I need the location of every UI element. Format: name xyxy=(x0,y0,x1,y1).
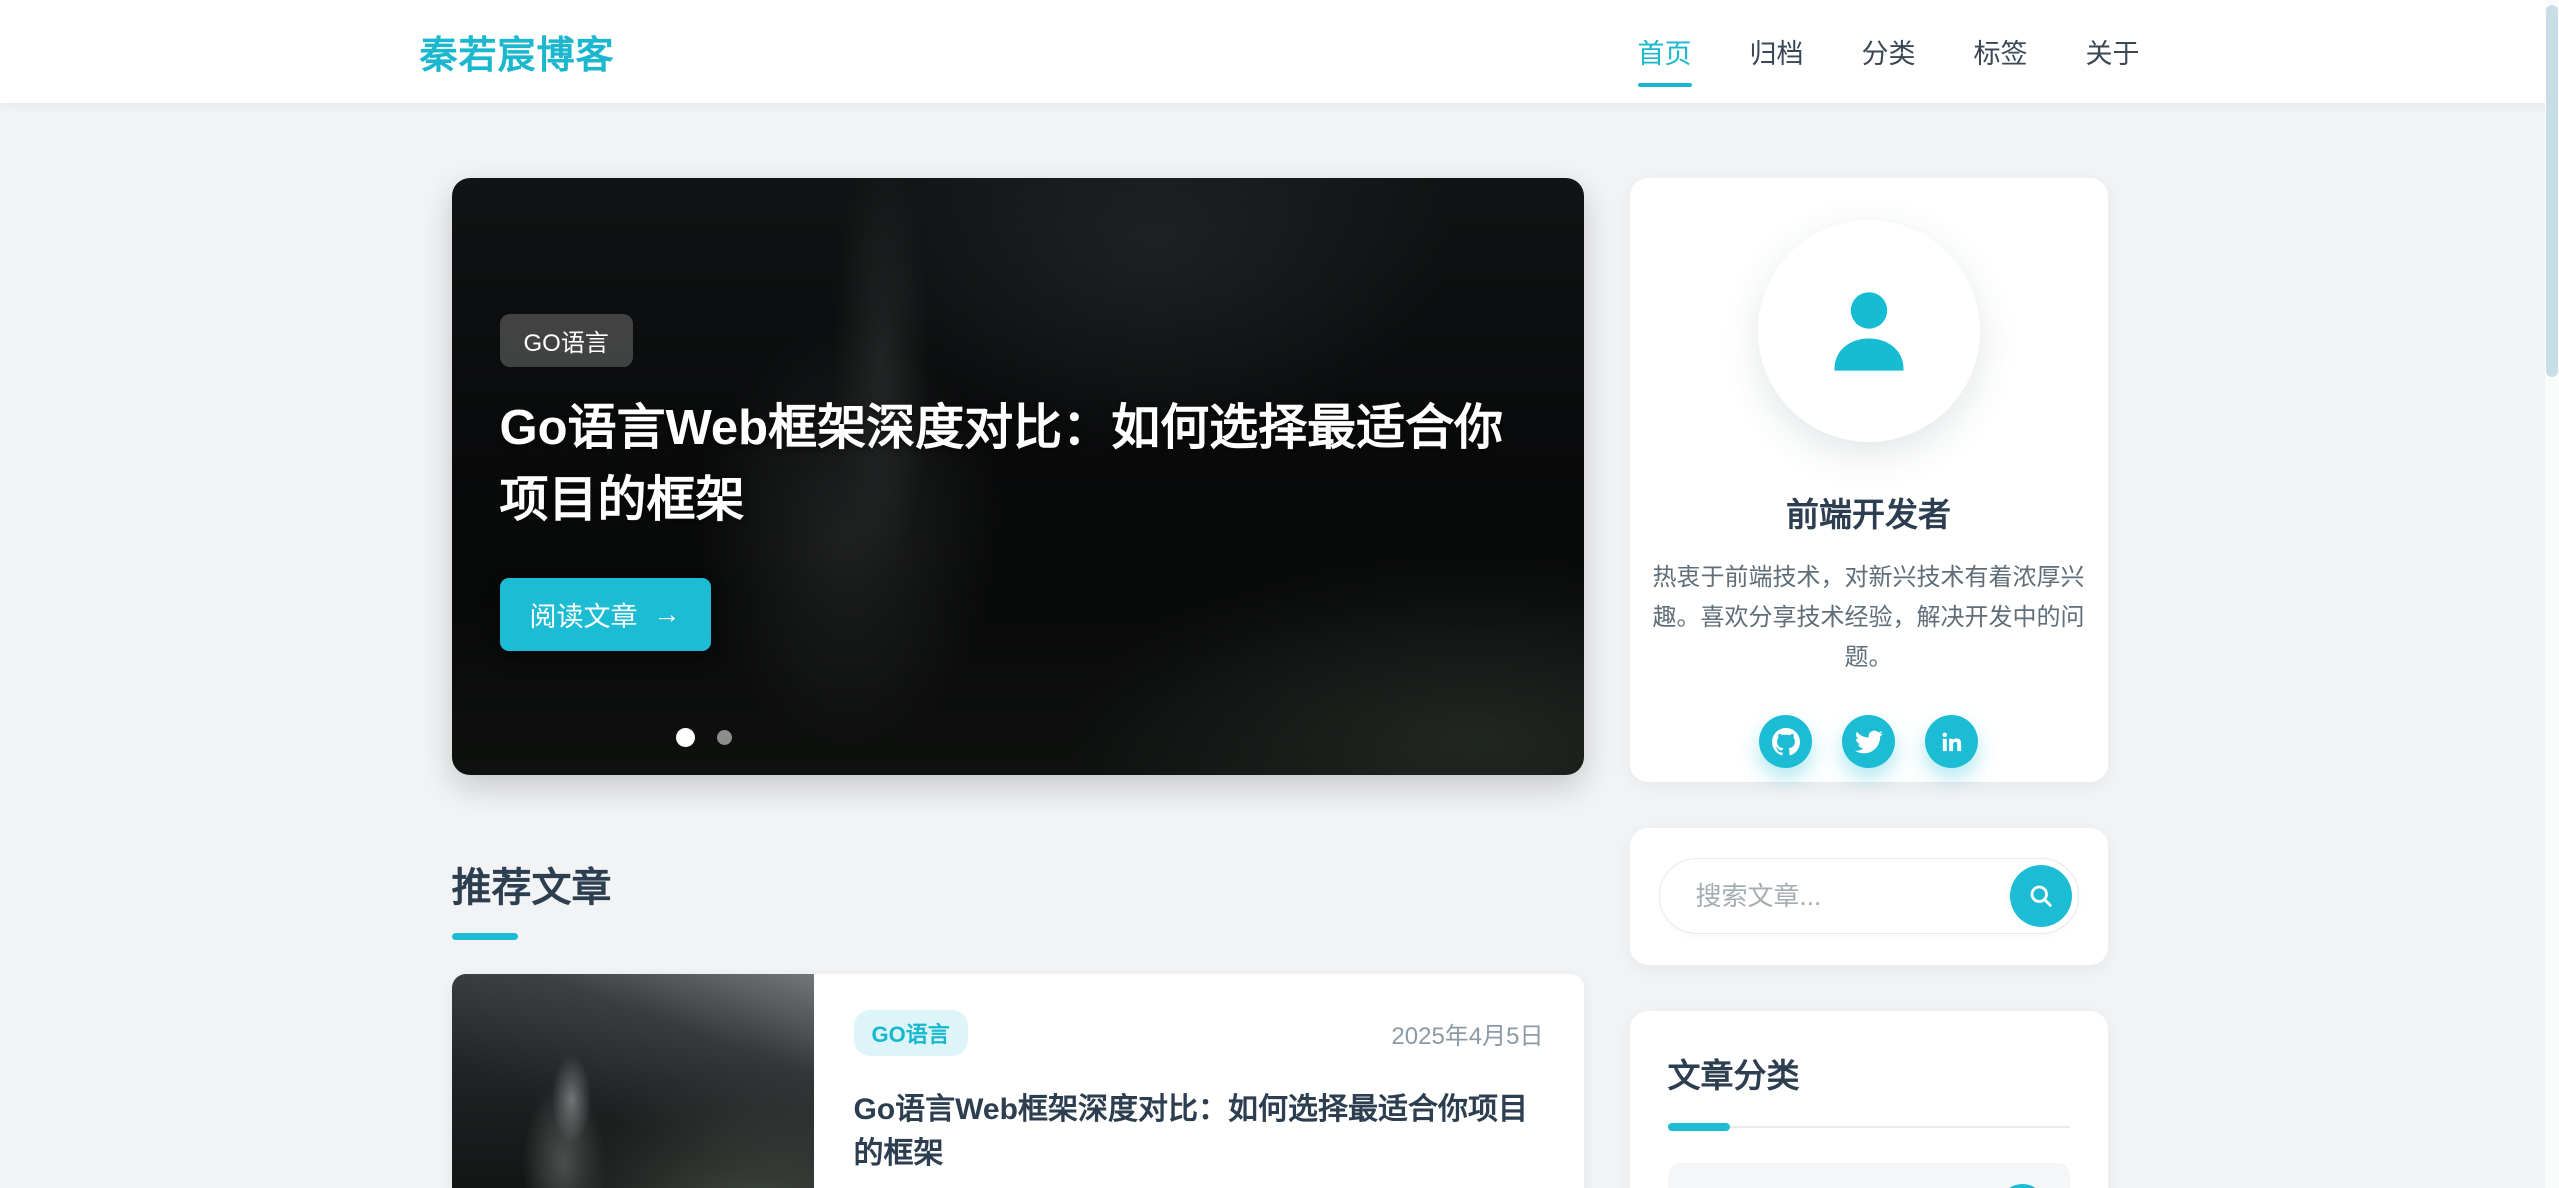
nav-item-home[interactable]: 首页 xyxy=(1638,32,1692,87)
site-header: 秦若宸博客 首页 归档 分类 标签 关于 xyxy=(0,0,2559,103)
nav-item-categories[interactable]: 分类 xyxy=(1862,32,1916,87)
scrollbar-thumb[interactable] xyxy=(2546,5,2558,377)
arrow-right-icon: → xyxy=(654,599,681,630)
section-underline xyxy=(452,933,518,940)
article-date: 2025年4月5日 xyxy=(1391,1016,1543,1051)
hero-title: Go语言Web框架深度对比：如何选择最适合你项目的框架 xyxy=(500,392,1515,536)
article-thumbnail xyxy=(452,974,814,1188)
profile-name: 前端开发者 xyxy=(1630,488,2108,536)
twitter-icon xyxy=(1855,728,1883,756)
scrollbar-track[interactable] xyxy=(2545,0,2559,1188)
linkedin-icon xyxy=(1939,729,1965,755)
page-container: GO语言 Go语言Web框架深度对比：如何选择最适合你项目的框架 阅读文章 → … xyxy=(452,178,2108,1188)
github-link[interactable] xyxy=(1759,715,1812,768)
category-count-badge: 9 xyxy=(1999,1184,2046,1188)
profile-bio: 热衷于前端技术，对新兴技术有着浓厚兴趣。喜欢分享技术经验，解决开发中的问题。 xyxy=(1653,558,2085,677)
profile-card: 前端开发者 热衷于前端技术，对新兴技术有着浓厚兴趣。喜欢分享技术经验，解决开发中… xyxy=(1630,178,2108,782)
carousel-dots xyxy=(676,728,732,747)
categories-section-title: 文章分类 xyxy=(1668,1049,2070,1097)
categories-underline xyxy=(1668,1123,2070,1131)
social-links xyxy=(1630,715,2108,768)
search-wrap xyxy=(1659,858,2079,934)
read-article-label: 阅读文章 xyxy=(530,595,638,634)
avatar xyxy=(1758,220,1980,442)
nav-item-about[interactable]: 关于 xyxy=(2086,32,2140,87)
search-card xyxy=(1630,828,2108,965)
main-nav: 首页 归档 分类 标签 关于 xyxy=(1638,24,2140,79)
twitter-link[interactable] xyxy=(1842,715,1895,768)
article-body: GO语言 2025年4月5日 Go语言Web框架深度对比：如何选择最适合你项目的… xyxy=(814,974,1584,1188)
carousel-dot-1[interactable] xyxy=(676,728,695,747)
carousel-dot-2[interactable] xyxy=(717,730,732,745)
search-button[interactable] xyxy=(2010,865,2072,927)
search-icon xyxy=(2027,882,2055,910)
main-column: GO语言 Go语言Web框架深度对比：如何选择最适合你项目的框架 阅读文章 → … xyxy=(452,178,1584,1188)
underline-accent-bar xyxy=(1668,1123,1730,1131)
category-item-css[interactable]: CSS 9 xyxy=(1668,1163,2070,1188)
sidebar: 前端开发者 热衷于前端技术，对新兴技术有着浓厚兴趣。喜欢分享技术经验，解决开发中… xyxy=(1630,178,2108,1188)
hero-carousel[interactable]: GO语言 Go语言Web框架深度对比：如何选择最适合你项目的框架 阅读文章 → xyxy=(452,178,1584,775)
recommended-section-title: 推荐文章 xyxy=(452,855,1584,913)
github-icon xyxy=(1772,728,1800,756)
categories-card: 文章分类 CSS 9 xyxy=(1630,1011,2108,1188)
site-logo[interactable]: 秦若宸博客 xyxy=(420,24,615,79)
linkedin-link[interactable] xyxy=(1925,715,1978,768)
nav-item-tags[interactable]: 标签 xyxy=(1974,32,2028,87)
article-meta: GO语言 2025年4月5日 xyxy=(854,1010,1544,1056)
user-icon xyxy=(1813,275,1925,387)
article-card[interactable]: GO语言 2025年4月5日 Go语言Web框架深度对比：如何选择最适合你项目的… xyxy=(452,974,1584,1188)
hero-category-badge: GO语言 xyxy=(500,314,633,367)
article-tag[interactable]: GO语言 xyxy=(854,1010,968,1056)
nav-item-archive[interactable]: 归档 xyxy=(1750,32,1804,87)
article-title[interactable]: Go语言Web框架深度对比：如何选择最适合你项目的框架 xyxy=(854,1084,1544,1172)
read-article-button[interactable]: 阅读文章 → xyxy=(500,578,711,651)
header-inner: 秦若宸博客 首页 归档 分类 标签 关于 xyxy=(420,0,2140,103)
